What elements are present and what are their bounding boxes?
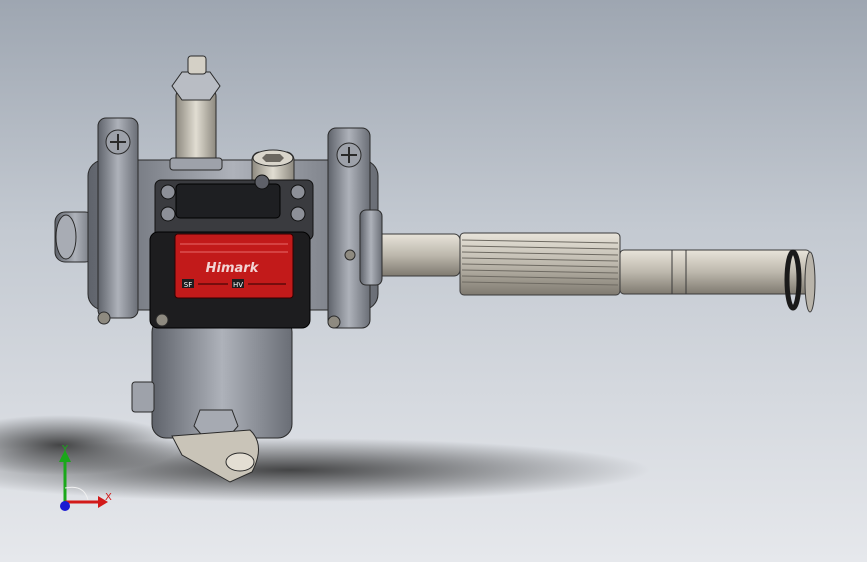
z-axis-dot — [60, 501, 70, 511]
axis-triad: Y X — [59, 444, 112, 511]
y-axis-label: Y — [61, 444, 69, 455]
input-stud[interactable] — [169, 55, 223, 171]
output-shaft[interactable] — [369, 232, 816, 313]
label-left-mark: SF — [184, 281, 192, 289]
steering-gear-model[interactable]: Himark SF HV — [0, 0, 867, 562]
stud-nut — [171, 71, 221, 101]
label-plate: Himark SF HV — [149, 231, 311, 329]
brand-logo: Himark — [206, 261, 260, 276]
valve-block[interactable] — [154, 174, 314, 241]
x-axis-label: X — [105, 492, 112, 503]
3d-viewport[interactable]: Himark SF HV Y X — [0, 0, 867, 562]
label-right-mark: HV — [233, 281, 243, 289]
